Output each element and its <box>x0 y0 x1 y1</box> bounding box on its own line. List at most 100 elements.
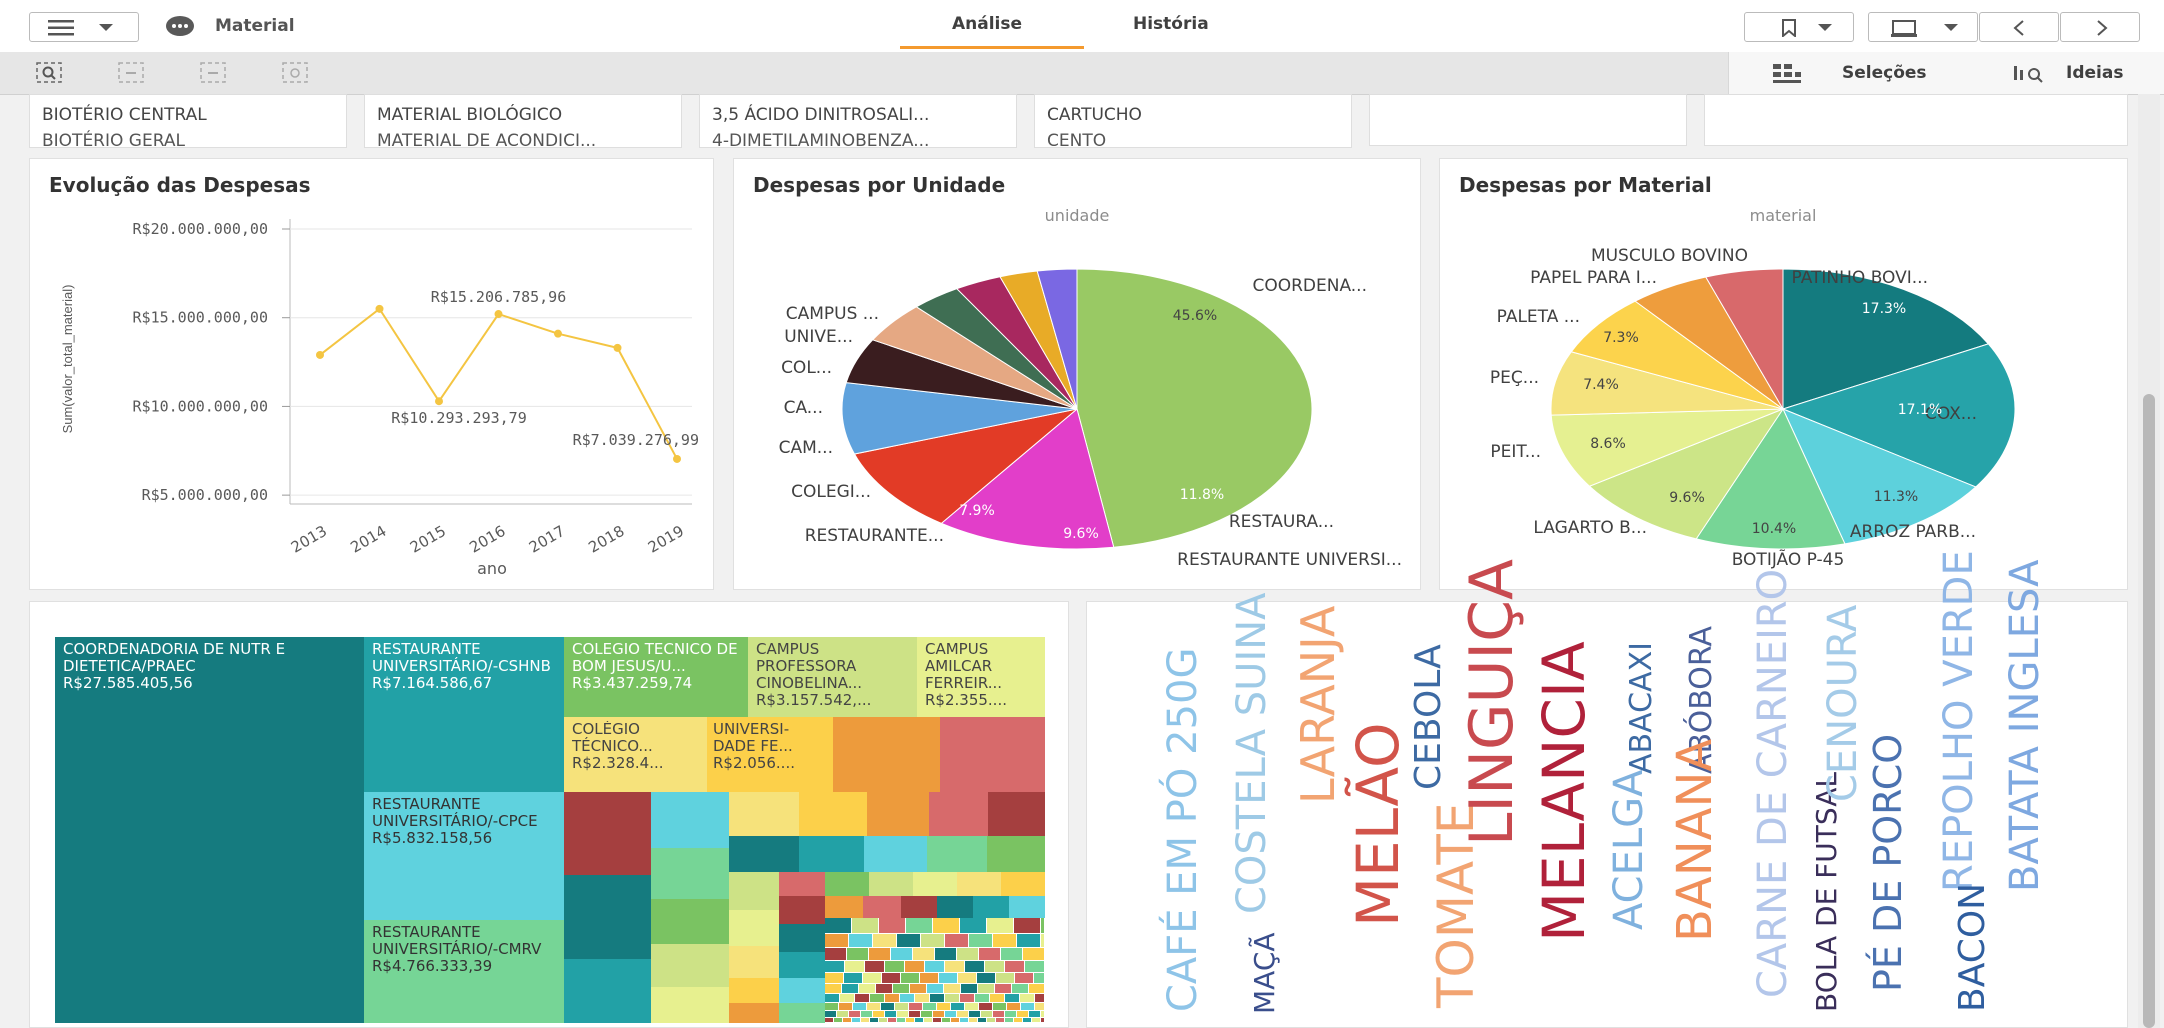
treemap-tile[interactable] <box>1005 961 1024 972</box>
treemap-tile[interactable] <box>944 984 960 993</box>
treemap-tile[interactable] <box>729 910 779 946</box>
treemap-tile[interactable] <box>937 896 973 918</box>
wordcloud-word[interactable]: REPOLHO VERDE <box>1936 550 1982 892</box>
treemap-tile[interactable] <box>945 994 959 1002</box>
wordcloud-word[interactable]: CENOURA <box>1820 605 1866 802</box>
treemap-tile[interactable] <box>905 961 924 972</box>
treemap-tile[interactable] <box>927 984 943 993</box>
wordcloud-word[interactable]: MELÃO <box>1344 722 1412 927</box>
treemap-tile[interactable] <box>849 1011 860 1017</box>
selections-button[interactable]: Seleções <box>1842 63 1927 83</box>
treemap-tile[interactable] <box>855 994 869 1002</box>
treemap-tile[interactable] <box>897 934 920 947</box>
treemap-tile[interactable] <box>876 984 892 993</box>
filter-pane-unidade-medida[interactable]: CARTUCHO CENTO <box>1034 94 1352 148</box>
wordcloud-word[interactable]: PÉ DE PORCO <box>1866 734 1910 992</box>
treemap-tile[interactable] <box>987 918 1013 933</box>
treemap-tile[interactable] <box>1021 1003 1034 1010</box>
treemap-tile[interactable] <box>779 896 825 924</box>
treemap-tile[interactable] <box>825 896 863 918</box>
treemap-tile[interactable] <box>1041 918 1044 933</box>
treemap-tile[interactable] <box>1017 1011 1028 1017</box>
pie-chart-unidade-panel[interactable]: Despesas por Unidade unidade COORDENA... 4… <box>733 158 1421 590</box>
treemap-tile[interactable] <box>729 978 779 1003</box>
filter-value[interactable]: BIOTÉRIO GERAL <box>30 125 346 147</box>
treemap-tile[interactable] <box>867 1003 880 1010</box>
treemap-small-tiles[interactable] <box>825 918 1045 1023</box>
treemap-tile[interactable] <box>651 848 729 899</box>
treemap-tile[interactable] <box>960 1018 968 1022</box>
treemap-tile[interactable]: COORDENADORIA DE NUTR E DIETETICA/PRAEC R… <box>55 637 364 1023</box>
treemap-tile[interactable] <box>921 1011 932 1017</box>
treemap-tile[interactable] <box>729 872 779 910</box>
treemap-tile[interactable] <box>1023 1018 1031 1022</box>
insights-button[interactable]: Ideias <box>2066 63 2123 83</box>
treemap-tile[interactable] <box>929 792 988 836</box>
wordcloud-word[interactable]: BOLA DE FUTSAL <box>1810 772 1843 1012</box>
treemap-tile[interactable] <box>564 959 651 1023</box>
line-chart[interactable]: R$20.000.000,00 R$15.000.000,00 R$10.000.0… <box>30 159 715 591</box>
treemap-tile[interactable] <box>852 1018 860 1022</box>
treemap-tile[interactable] <box>799 836 864 872</box>
treemap-tile[interactable] <box>920 973 938 983</box>
treemap-tile[interactable] <box>1017 934 1040 947</box>
treemap-tile[interactable] <box>921 934 944 947</box>
treemap-tile[interactable] <box>873 1011 884 1017</box>
filter-value[interactable]: CENTO <box>1035 125 1351 147</box>
treemap-tile[interactable] <box>901 973 919 983</box>
treemap-tile[interactable] <box>1005 994 1019 1002</box>
wordcloud-word[interactable]: ABACAXI <box>1624 642 1659 774</box>
filter-value[interactable]: BIOTÉRIO CENTRAL <box>30 95 346 125</box>
wordcloud-word[interactable]: BACON <box>1952 883 1993 1012</box>
treemap-tile[interactable] <box>897 1011 908 1017</box>
sheet-view-button[interactable] <box>1868 12 1978 42</box>
treemap-panel[interactable]: COORDENADORIA DE NUTR E DIETETICA/PRAEC R… <box>29 601 1069 1028</box>
treemap-tile[interactable] <box>833 717 940 792</box>
treemap-tile[interactable] <box>977 973 995 983</box>
treemap-tile[interactable] <box>1009 896 1045 918</box>
treemap-tile[interactable] <box>853 1003 866 1010</box>
wordcloud-word[interactable]: ACELGA <box>1606 769 1652 930</box>
wordcloud-word[interactable]: MAÇÃ <box>1248 932 1281 1014</box>
treemap-tile[interactable] <box>969 1018 977 1022</box>
treemap-tile[interactable] <box>825 934 848 947</box>
treemap-tile[interactable] <box>915 1018 923 1022</box>
treemap-tile[interactable] <box>834 1018 842 1022</box>
treemap-tile[interactable] <box>651 987 729 1023</box>
treemap-tile[interactable] <box>825 984 841 993</box>
treemap-tile[interactable] <box>978 984 994 993</box>
scrollbar-thumb[interactable] <box>2143 394 2155 1028</box>
treemap-tile[interactable] <box>825 948 846 960</box>
treemap-tile[interactable] <box>891 948 912 960</box>
treemap-tile[interactable] <box>942 1018 950 1022</box>
treemap-tile[interactable] <box>933 1011 944 1017</box>
treemap-tile[interactable] <box>825 961 844 972</box>
filter-value[interactable]: CARTUCHO <box>1035 95 1351 125</box>
treemap-tile[interactable] <box>885 994 899 1002</box>
treemap-tile[interactable] <box>729 946 779 978</box>
filter-pane-unidade[interactable]: BIOTÉRIO CENTRAL BIOTÉRIO GERAL <box>29 94 347 148</box>
treemap-tile[interactable] <box>910 984 926 993</box>
treemap-tile[interactable] <box>825 973 843 983</box>
wordcloud-word[interactable]: BANANA <box>1667 739 1723 942</box>
treemap-tile[interactable] <box>1041 1018 1044 1022</box>
treemap-tile[interactable] <box>864 836 927 872</box>
treemap-tile[interactable] <box>893 984 909 993</box>
filter-value[interactable]: 3,5 ÁCIDO DINITROSALI... <box>700 95 1016 125</box>
treemap-tile[interactable] <box>825 994 839 1002</box>
wordcloud-word[interactable]: COSTELA SUINA <box>1229 592 1275 914</box>
treemap-tile[interactable] <box>779 872 825 896</box>
treemap-tile[interactable] <box>909 1011 920 1017</box>
treemap-tile[interactable] <box>1014 918 1040 933</box>
treemap-tile[interactable] <box>863 896 901 918</box>
treemap-tile[interactable] <box>881 1003 894 1010</box>
smart-search-button[interactable] <box>36 62 64 84</box>
treemap-tile[interactable] <box>1012 984 1028 993</box>
treemap-tile[interactable] <box>1005 1018 1013 1022</box>
treemap-tile[interactable] <box>960 994 974 1002</box>
treemap-tile[interactable] <box>897 1018 905 1022</box>
treemap-tile[interactable] <box>993 1003 1006 1010</box>
bookmark-button[interactable] <box>1744 12 1854 42</box>
treemap-tile[interactable] <box>842 984 858 993</box>
treemap-tile[interactable] <box>799 792 867 836</box>
